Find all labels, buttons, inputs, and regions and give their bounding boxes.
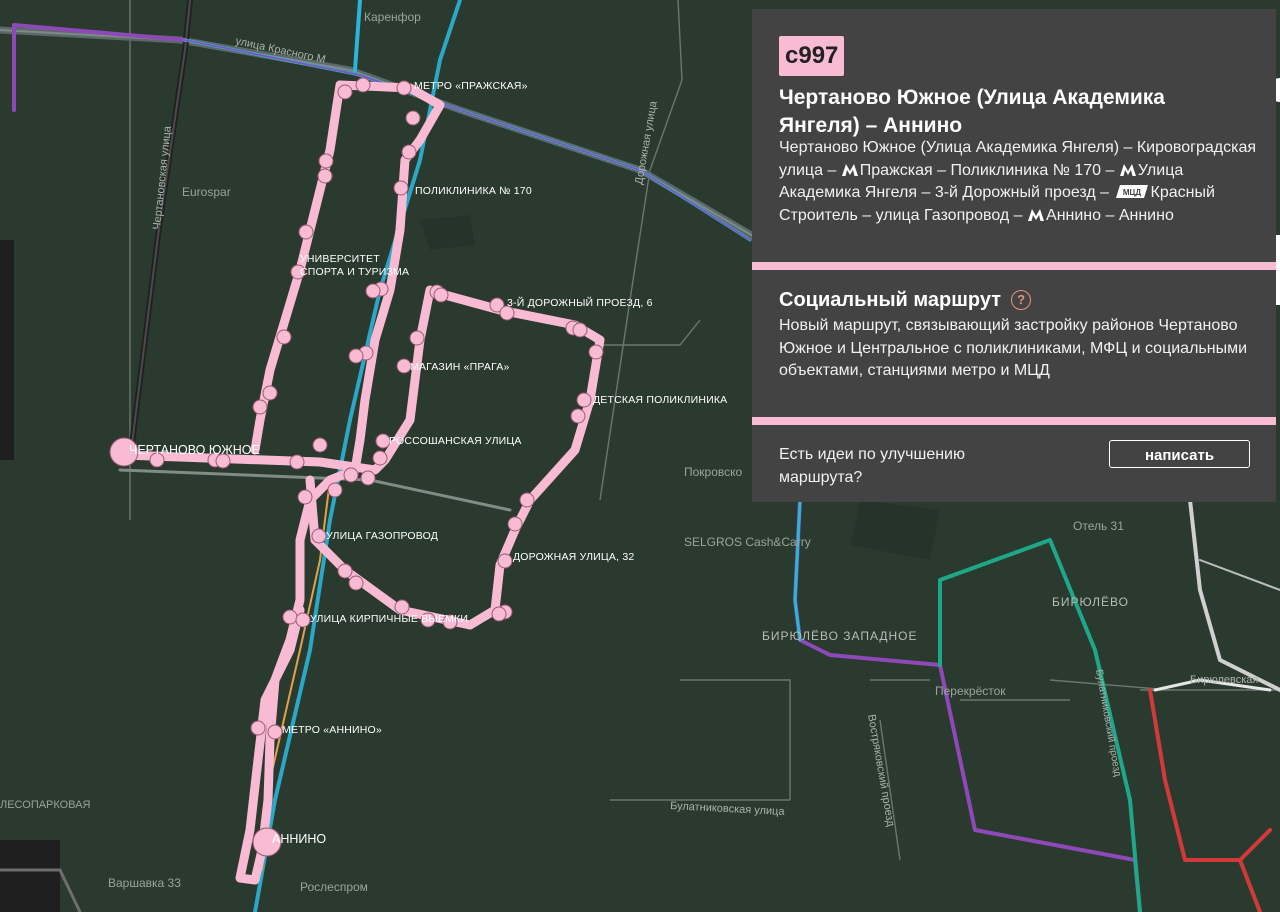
ideas-prompt: Есть идеи по улучшению маршрута? [779, 446, 965, 486]
label-perekrestok: Перекрёсток [935, 684, 1006, 698]
social-route-description: Новый маршрут, связывающий застройку рай… [779, 317, 1248, 379]
label-biryulevo-zapadnoe: БИРЮЛЁВО ЗАПАДНОЕ [762, 629, 918, 643]
label-korenfor: Каренфор [364, 10, 421, 24]
route-stops-list: Чертаново Южное (Улица Академика Янгеля)… [779, 137, 1259, 227]
stop-dorozhny-proezd: 3-Й ДОРОЖНЫЙ ПРОЕЗД, 6 [507, 296, 653, 309]
divider-bottom [752, 417, 1276, 425]
stop-annino: АННИНО [272, 832, 326, 846]
help-icon[interactable]: ? [1011, 290, 1032, 310]
label-varshavka: Варшавка 33 [108, 876, 181, 890]
route-number-badge: с997 [779, 36, 845, 76]
divider-top [752, 262, 1276, 270]
route-info-panel: с997 Чертаново Южное (Улица Академика Ян… [752, 9, 1276, 502]
stop-chertanovo-yuzhnoe: ЧЕРТАНОВО ЮЖНОЕ [129, 443, 260, 457]
mcd-icon: МЦД [1115, 185, 1148, 198]
mcd-icon-label: МЦД [1122, 188, 1141, 197]
route-stops-part2: Пражская – Поликлиника № 170 – [859, 161, 1119, 179]
metro-icon [1028, 208, 1045, 221]
metro-icon [1119, 163, 1136, 176]
stop-universitet-line2: СПОРТА И ТУРИЗМА [300, 266, 409, 278]
route-stops-part5: Аннино – Аннино [1046, 206, 1174, 224]
stop-poliklinika-170: ПОЛИКЛИНИКА № 170 [415, 185, 532, 197]
stop-metro-prazhskaya: МЕТРО «ПРАЖСКАЯ» [414, 80, 528, 92]
stop-metro-annino: МЕТРО «АННИНО» [282, 724, 382, 736]
stop-detskaya-poliklinika: ДЕТСКАЯ ПОЛИКЛИНИКА [593, 394, 727, 406]
label-selgros: SELGROS Cash&Carry [684, 535, 811, 549]
stop-gazoprovod: УЛИЦА ГАЗОПРОВОД [326, 530, 438, 542]
social-route-title: Социальный маршрут [779, 289, 1002, 311]
label-pokrovskoe: Покровско [684, 465, 743, 479]
label-rosles: Рослеспром [300, 880, 368, 894]
social-route-heading: Социальный маршрут? [779, 289, 1032, 312]
stop-magazin-praga: МАГАЗИН «ПРАГА» [410, 361, 510, 373]
metro-icon [841, 163, 858, 176]
stop-dorozhnaya-32: ДОРОЖНАЯ УЛИЦА, 32 [513, 551, 634, 563]
label-eurospar: Eurospar [182, 185, 231, 199]
stop-kirpichnye: УЛИЦА КИРПИЧНЫЕ ВЫЕМКИ [310, 613, 468, 625]
label-lesopark: ЛЕСОПАРКОВАЯ [0, 799, 91, 811]
label-biryulevo: БИРЮЛЁВО [1052, 595, 1129, 609]
route-title: Чертаново Южное (Улица Академика Янгеля)… [779, 86, 1165, 137]
label-biryulevskaya: Бирюлевская [1190, 674, 1258, 686]
label-otel: Отель 31 [1073, 519, 1124, 533]
stop-universitet-line1: УНИВЕРСИТЕТ [300, 253, 380, 265]
write-button[interactable]: написать [1109, 440, 1250, 468]
stop-rossoshanskaya: РОССОШАНСКАЯ УЛИЦА [389, 435, 522, 447]
